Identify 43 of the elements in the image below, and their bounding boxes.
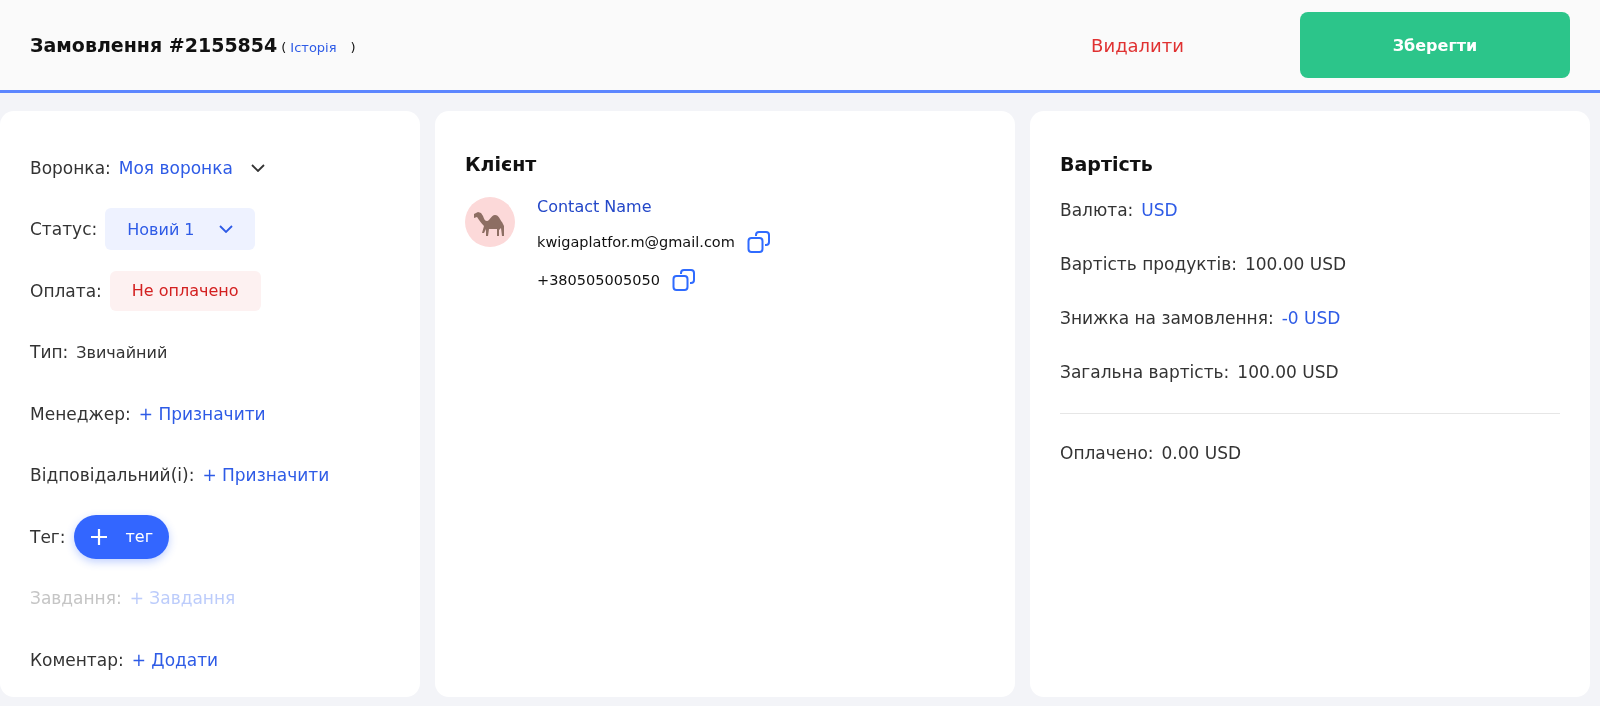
cost-label: Загальна вартість: [1060, 362, 1230, 382]
field-label: Тип: [30, 342, 69, 363]
chevron-down-icon [250, 163, 265, 172]
parenthesis: ) [350, 40, 356, 55]
add-link[interactable]: + Призначити [138, 403, 266, 424]
field-label: Коментар: [30, 649, 124, 670]
section-title: Вартість [1060, 153, 1154, 175]
contact-email: kwigaplatfor.m@gmail.com [537, 234, 735, 250]
camel-avatar-icon [465, 197, 515, 247]
parenthesis: ( [281, 40, 287, 55]
cost-value: 0.00 USD [1161, 443, 1242, 463]
add-link[interactable]: + Додати [131, 649, 219, 670]
cost-value: 100.00 USD [1237, 362, 1339, 382]
contact-name-link[interactable]: Contact Name [537, 197, 771, 216]
cost-link[interactable]: USD [1141, 200, 1178, 220]
cost-label: Оплачено: [1060, 443, 1154, 463]
field-label: Оплата: [30, 280, 102, 301]
add-link[interactable]: + Призначити [202, 465, 330, 486]
field-label: Відповідальний(і): [30, 465, 195, 486]
delete-button[interactable]: Видалити [1085, 33, 1190, 57]
cost-label: Вартість продуктів: [1060, 254, 1237, 274]
copy-icon[interactable] [746, 230, 771, 254]
funnel-dropdown[interactable]: Моя воронка [118, 157, 233, 178]
field-value: Звичайний [76, 342, 168, 362]
add-tag-button[interactable]: тег [73, 514, 170, 559]
cost-label: Валюта: [1060, 200, 1134, 220]
chevron-down-icon [218, 225, 233, 234]
copy-icon[interactable] [671, 268, 696, 292]
plus-icon [89, 527, 108, 546]
contact-phone: +380505005050 [537, 272, 660, 288]
field-label: Завдання: [30, 588, 122, 609]
status-select[interactable]: Новий 1 [105, 208, 255, 251]
section-title: Клієнт [465, 153, 538, 175]
field-label: Менеджер: [30, 403, 131, 424]
cost-link[interactable]: -0 USD [1281, 308, 1341, 328]
field-label: Тег: [30, 526, 66, 547]
history-link[interactable]: Історія [290, 40, 337, 55]
payment-status-badge: Не оплачено [109, 270, 261, 311]
order-title: Замовлення #2155854 [30, 34, 278, 56]
field-label: Воронка: [30, 157, 111, 178]
cost-label: Знижка на замовлення: [1060, 308, 1274, 328]
cost-value: 100.00 USD [1244, 254, 1347, 274]
field-label: Статус: [30, 219, 98, 240]
